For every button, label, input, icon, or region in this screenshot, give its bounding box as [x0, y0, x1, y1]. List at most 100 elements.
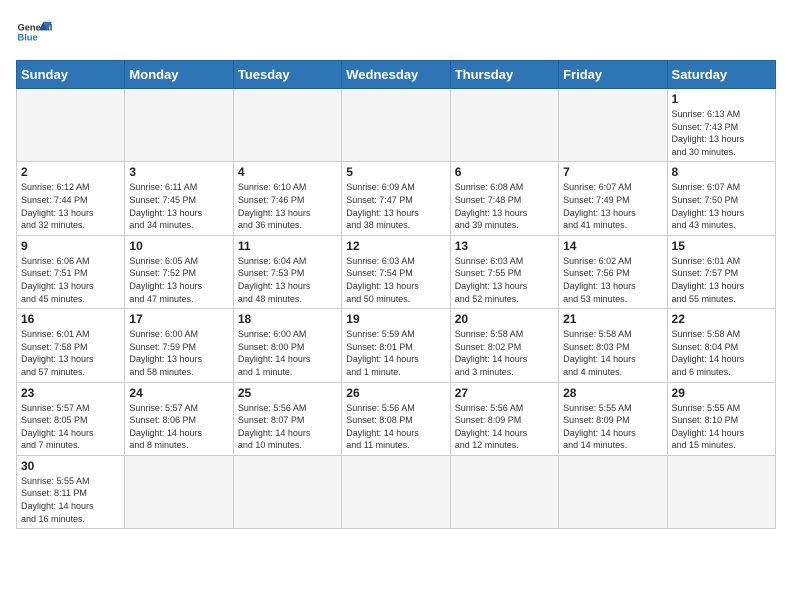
day-number: 13: [455, 239, 554, 253]
day-number: 17: [129, 312, 228, 326]
day-info: Sunrise: 5:59 AM Sunset: 8:01 PM Dayligh…: [346, 328, 445, 378]
calendar-cell-2-0: 9Sunrise: 6:06 AM Sunset: 7:51 PM Daylig…: [17, 235, 125, 308]
day-info: Sunrise: 6:03 AM Sunset: 7:54 PM Dayligh…: [346, 255, 445, 305]
day-info: Sunrise: 6:10 AM Sunset: 7:46 PM Dayligh…: [238, 181, 337, 231]
calendar-cell-1-4: 6Sunrise: 6:08 AM Sunset: 7:48 PM Daylig…: [450, 162, 558, 235]
calendar-cell-3-2: 18 Sunrise: 6:00 AM Sunset: 8:00 PM Dayli…: [233, 309, 341, 382]
calendar-cell-0-0: [17, 89, 125, 162]
calendar-table: SundayMondayTuesdayWednesdayThursdayFrid…: [16, 60, 776, 529]
calendar-cell-3-3: 19 Sunrise: 5:59 AM Sunset: 8:01 PM Dayli…: [342, 309, 450, 382]
day-number: 26: [346, 386, 445, 400]
day-number: 8: [672, 165, 771, 179]
calendar-cell-1-3: 5Sunrise: 6:09 AM Sunset: 7:47 PM Daylig…: [342, 162, 450, 235]
day-number: 25: [238, 386, 337, 400]
weekday-header-row: SundayMondayTuesdayWednesdayThursdayFrid…: [17, 61, 776, 89]
svg-text:Blue: Blue: [17, 32, 37, 42]
weekday-header-thursday: Thursday: [450, 61, 558, 89]
calendar-cell-0-3: [342, 89, 450, 162]
calendar-cell-1-6: 8 Sunrise: 6:07 AM Sunset: 7:50 PM Daylig…: [667, 162, 775, 235]
day-number: 2: [21, 165, 120, 179]
calendar-cell-0-5: [559, 89, 667, 162]
calendar-cell-1-2: 4 Sunrise: 6:10 AM Sunset: 7:46 PM Daylig…: [233, 162, 341, 235]
weekday-header-sunday: Sunday: [17, 61, 125, 89]
calendar-cell-0-2: [233, 89, 341, 162]
logo-icon: General Blue: [16, 16, 52, 52]
logo: General Blue: [16, 16, 52, 52]
day-number: 16: [21, 312, 120, 326]
day-info: Sunrise: 6:07 AM Sunset: 7:50 PM Dayligh…: [672, 181, 771, 231]
calendar-cell-3-4: 20 Sunrise: 5:58 AM Sunset: 8:02 PM Dayli…: [450, 309, 558, 382]
calendar-cell-2-1: 10 Sunrise: 6:05 AM Sunset: 7:52 PM Dayli…: [125, 235, 233, 308]
day-number: 7: [563, 165, 662, 179]
day-info: Sunrise: 6:11 AM Sunset: 7:45 PM Dayligh…: [129, 181, 228, 231]
calendar-cell-5-5: [559, 455, 667, 528]
day-info: Sunrise: 6:00 AM Sunset: 8:00 PM Dayligh…: [238, 328, 337, 378]
day-number: 18: [238, 312, 337, 326]
day-number: 10: [129, 239, 228, 253]
day-info: Sunrise: 6:08 AM Sunset: 7:48 PM Dayligh…: [455, 181, 554, 231]
calendar-week-row-2: 9Sunrise: 6:06 AM Sunset: 7:51 PM Daylig…: [17, 235, 776, 308]
weekday-header-monday: Monday: [125, 61, 233, 89]
calendar-cell-4-6: 29 Sunrise: 5:55 AM Sunset: 8:10 PM Dayli…: [667, 382, 775, 455]
calendar-cell-2-2: 11 Sunrise: 6:04 AM Sunset: 7:53 PM Dayli…: [233, 235, 341, 308]
day-number: 29: [672, 386, 771, 400]
weekday-header-wednesday: Wednesday: [342, 61, 450, 89]
calendar-cell-3-6: 22 Sunrise: 5:58 AM Sunset: 8:04 PM Dayli…: [667, 309, 775, 382]
weekday-header-saturday: Saturday: [667, 61, 775, 89]
day-info: Sunrise: 5:55 AM Sunset: 8:10 PM Dayligh…: [672, 402, 771, 452]
calendar-week-row-1: 2Sunrise: 6:12 AM Sunset: 7:44 PM Daylig…: [17, 162, 776, 235]
day-info: Sunrise: 5:58 AM Sunset: 8:04 PM Dayligh…: [672, 328, 771, 378]
day-number: 23: [21, 386, 120, 400]
calendar-cell-5-2: [233, 455, 341, 528]
day-info: Sunrise: 5:57 AM Sunset: 8:06 PM Dayligh…: [129, 402, 228, 452]
day-number: 14: [563, 239, 662, 253]
day-number: 9: [21, 239, 120, 253]
weekday-header-friday: Friday: [559, 61, 667, 89]
calendar-cell-2-4: 13 Sunrise: 6:03 AM Sunset: 7:55 PM Dayli…: [450, 235, 558, 308]
day-number: 22: [672, 312, 771, 326]
calendar-cell-1-1: 3Sunrise: 6:11 AM Sunset: 7:45 PM Daylig…: [125, 162, 233, 235]
day-info: Sunrise: 5:56 AM Sunset: 8:07 PM Dayligh…: [238, 402, 337, 452]
day-number: 5: [346, 165, 445, 179]
calendar-week-row-3: 16Sunrise: 6:01 AM Sunset: 7:58 PM Dayli…: [17, 309, 776, 382]
day-number: 30: [21, 459, 120, 473]
day-info: Sunrise: 6:00 AM Sunset: 7:59 PM Dayligh…: [129, 328, 228, 378]
calendar-cell-3-5: 21 Sunrise: 5:58 AM Sunset: 8:03 PM Dayli…: [559, 309, 667, 382]
day-number: 4: [238, 165, 337, 179]
calendar-cell-2-5: 14 Sunrise: 6:02 AM Sunset: 7:56 PM Dayli…: [559, 235, 667, 308]
day-info: Sunrise: 6:04 AM Sunset: 7:53 PM Dayligh…: [238, 255, 337, 305]
calendar-cell-0-6: 1Sunrise: 6:13 AM Sunset: 7:43 PM Daylig…: [667, 89, 775, 162]
calendar-cell-4-3: 26Sunrise: 5:56 AM Sunset: 8:08 PM Dayli…: [342, 382, 450, 455]
day-info: Sunrise: 6:07 AM Sunset: 7:49 PM Dayligh…: [563, 181, 662, 231]
day-info: Sunrise: 5:55 AM Sunset: 8:09 PM Dayligh…: [563, 402, 662, 452]
calendar-cell-5-3: [342, 455, 450, 528]
calendar-cell-0-1: [125, 89, 233, 162]
day-number: 11: [238, 239, 337, 253]
calendar-cell-5-0: 30 Sunrise: 5:55 AM Sunset: 8:11 PM Dayli…: [17, 455, 125, 528]
day-number: 12: [346, 239, 445, 253]
day-info: Sunrise: 6:02 AM Sunset: 7:56 PM Dayligh…: [563, 255, 662, 305]
day-number: 21: [563, 312, 662, 326]
calendar-cell-4-4: 27 Sunrise: 5:56 AM Sunset: 8:09 PM Dayli…: [450, 382, 558, 455]
calendar-cell-0-4: [450, 89, 558, 162]
calendar-cell-3-1: 17 Sunrise: 6:00 AM Sunset: 7:59 PM Dayli…: [125, 309, 233, 382]
calendar-cell-2-6: 15 Sunrise: 6:01 AM Sunset: 7:57 PM Dayli…: [667, 235, 775, 308]
day-number: 20: [455, 312, 554, 326]
calendar-cell-3-0: 16Sunrise: 6:01 AM Sunset: 7:58 PM Dayli…: [17, 309, 125, 382]
calendar-cell-4-2: 25 Sunrise: 5:56 AM Sunset: 8:07 PM Dayli…: [233, 382, 341, 455]
day-number: 28: [563, 386, 662, 400]
calendar-week-row-0: 1Sunrise: 6:13 AM Sunset: 7:43 PM Daylig…: [17, 89, 776, 162]
day-info: Sunrise: 6:05 AM Sunset: 7:52 PM Dayligh…: [129, 255, 228, 305]
day-info: Sunrise: 5:56 AM Sunset: 8:09 PM Dayligh…: [455, 402, 554, 452]
day-number: 15: [672, 239, 771, 253]
day-info: Sunrise: 6:13 AM Sunset: 7:43 PM Dayligh…: [672, 108, 771, 158]
day-number: 19: [346, 312, 445, 326]
day-info: Sunrise: 5:58 AM Sunset: 8:02 PM Dayligh…: [455, 328, 554, 378]
day-info: Sunrise: 6:01 AM Sunset: 7:57 PM Dayligh…: [672, 255, 771, 305]
day-info: Sunrise: 5:55 AM Sunset: 8:11 PM Dayligh…: [21, 475, 120, 525]
day-info: Sunrise: 5:58 AM Sunset: 8:03 PM Dayligh…: [563, 328, 662, 378]
day-number: 27: [455, 386, 554, 400]
calendar-cell-1-0: 2Sunrise: 6:12 AM Sunset: 7:44 PM Daylig…: [17, 162, 125, 235]
calendar-cell-4-0: 23Sunrise: 5:57 AM Sunset: 8:05 PM Dayli…: [17, 382, 125, 455]
day-info: Sunrise: 6:03 AM Sunset: 7:55 PM Dayligh…: [455, 255, 554, 305]
